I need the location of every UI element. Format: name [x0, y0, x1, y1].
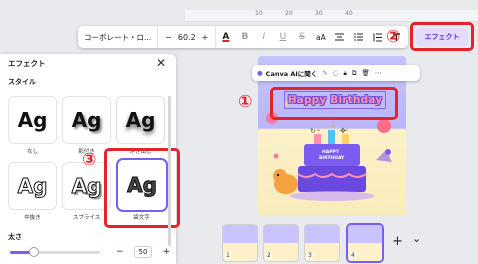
list-button[interactable] — [349, 26, 368, 48]
annotation-number-2: ② — [386, 27, 401, 47]
text-color-button[interactable]: A — [216, 26, 235, 48]
text-color-icon: A — [222, 32, 230, 42]
list-icon — [354, 33, 364, 41]
style-preview: Ag — [17, 108, 48, 132]
close-icon[interactable]: ✕ — [156, 56, 166, 70]
ruler-tick: 30 — [315, 10, 323, 17]
canva-ai-button[interactable]: ● Canva AIに聞く — [257, 68, 317, 78]
align-button[interactable] — [330, 26, 349, 48]
spacing-button[interactable] — [368, 26, 387, 48]
font-size-control: − 60.2 + — [158, 26, 217, 48]
case-button[interactable]: aA — [311, 26, 330, 48]
style-preview: Ag — [71, 174, 102, 199]
font-size-value[interactable]: 60.2 — [178, 33, 196, 42]
font-size-decrease-button[interactable]: − — [165, 33, 172, 42]
annotation-number-3: ③ — [82, 150, 97, 170]
bold-icon: B — [241, 32, 249, 42]
element-context-bar: ● Canva AIに聞く ✎ ◌ 🔒︎ ⧉ 🗑︎ ⋯ — [252, 65, 420, 81]
thickness-decrease-button[interactable]: − — [116, 247, 124, 257]
page-number: 4 — [350, 252, 356, 259]
font-family-select[interactable]: コーポレート・ロ... — [78, 26, 159, 48]
annotation-box-2 — [410, 22, 474, 51]
annotation-number-1: ① — [238, 92, 253, 112]
thickness-stepper: − 50 + — [116, 244, 170, 260]
style-tile-lift[interactable]: Ag — [117, 97, 164, 143]
rotate-handle-icon[interactable]: ↻ — [310, 127, 316, 135]
font-family-value: コーポレート・ロ... — [84, 32, 152, 42]
panel-scrollbar[interactable] — [168, 96, 171, 246]
italic-icon: I — [262, 32, 266, 42]
delete-icon[interactable]: 🗑︎ — [362, 69, 370, 77]
thickness-slider-handle[interactable] — [28, 247, 39, 257]
page-thumbnail-selected[interactable]: 4 — [348, 225, 382, 261]
move-handle-icon[interactable]: ✥ — [340, 127, 346, 135]
text-toolbar: コーポレート・ロ... − 60.2 + A B I U S aA — [78, 26, 408, 48]
panel-title: エフェクト — [8, 59, 46, 68]
strikethrough-icon: S — [299, 32, 305, 42]
page-thumbnail[interactable]: 3 — [305, 225, 339, 261]
more-icon[interactable]: ⋯ — [375, 69, 382, 77]
style-tile-hollow[interactable]: Ag — [9, 163, 56, 209]
ruler-tick: 10 — [255, 10, 263, 17]
style-preview: Ag — [125, 108, 156, 132]
bold-button[interactable]: B — [235, 26, 254, 48]
underline-icon: U — [279, 32, 287, 42]
style-label-hollow: 中抜き — [24, 215, 41, 221]
add-page-button[interactable]: + — [392, 234, 403, 249]
italic-button[interactable]: I — [254, 26, 273, 48]
thickness-label: 太さ — [8, 233, 22, 241]
ruler-tick: 40 — [345, 10, 353, 17]
line-spacing-icon — [373, 33, 383, 41]
style-tile-none[interactable]: Ag — [9, 97, 56, 143]
page-options-chevron-icon[interactable]: ⌄ — [412, 232, 421, 245]
style-preview: Ag — [17, 174, 48, 199]
style-tile-shadow[interactable]: Ag — [63, 97, 110, 143]
style-preview: Ag — [71, 108, 102, 132]
page-number: 1 — [225, 252, 231, 259]
style-label-splice: スプライス — [72, 215, 101, 221]
page-thumbnail[interactable]: 2 — [264, 225, 298, 261]
ruler-tick: 20 — [285, 10, 293, 17]
duplicate-icon[interactable]: ⧉ — [352, 69, 357, 78]
canva-ai-label: Canva AIに聞く — [265, 70, 318, 78]
comment-icon[interactable]: ◌ — [333, 69, 339, 77]
lock-icon[interactable]: 🔒︎ — [343, 69, 346, 78]
page-number: 2 — [266, 252, 272, 259]
canva-ai-icon: ● — [257, 69, 263, 77]
style-label-none: なし — [26, 149, 38, 155]
ruler: 10 20 30 40 — [185, 10, 478, 22]
align-center-icon — [335, 33, 345, 41]
style-section-label: スタイル — [8, 78, 36, 86]
thickness-increase-button[interactable]: + — [162, 247, 170, 257]
pages-strip: 1 2 3 4 + ⌄ — [222, 222, 478, 264]
case-icon: aA — [316, 32, 326, 42]
magic-edit-icon[interactable]: ✎ — [322, 69, 327, 77]
underline-button[interactable]: U — [273, 26, 292, 48]
cake-text-happy: HAPPY — [322, 150, 340, 155]
font-size-increase-button[interactable]: + — [202, 33, 209, 42]
strikethrough-button[interactable]: S — [292, 26, 311, 48]
cake-text-birthday: BIRTHDAY — [319, 156, 345, 161]
page-thumbnail[interactable]: 1 — [223, 225, 257, 261]
annotation-box-1 — [270, 87, 398, 120]
thickness-value[interactable]: 50 — [133, 246, 153, 258]
page-number: 3 — [307, 252, 313, 259]
